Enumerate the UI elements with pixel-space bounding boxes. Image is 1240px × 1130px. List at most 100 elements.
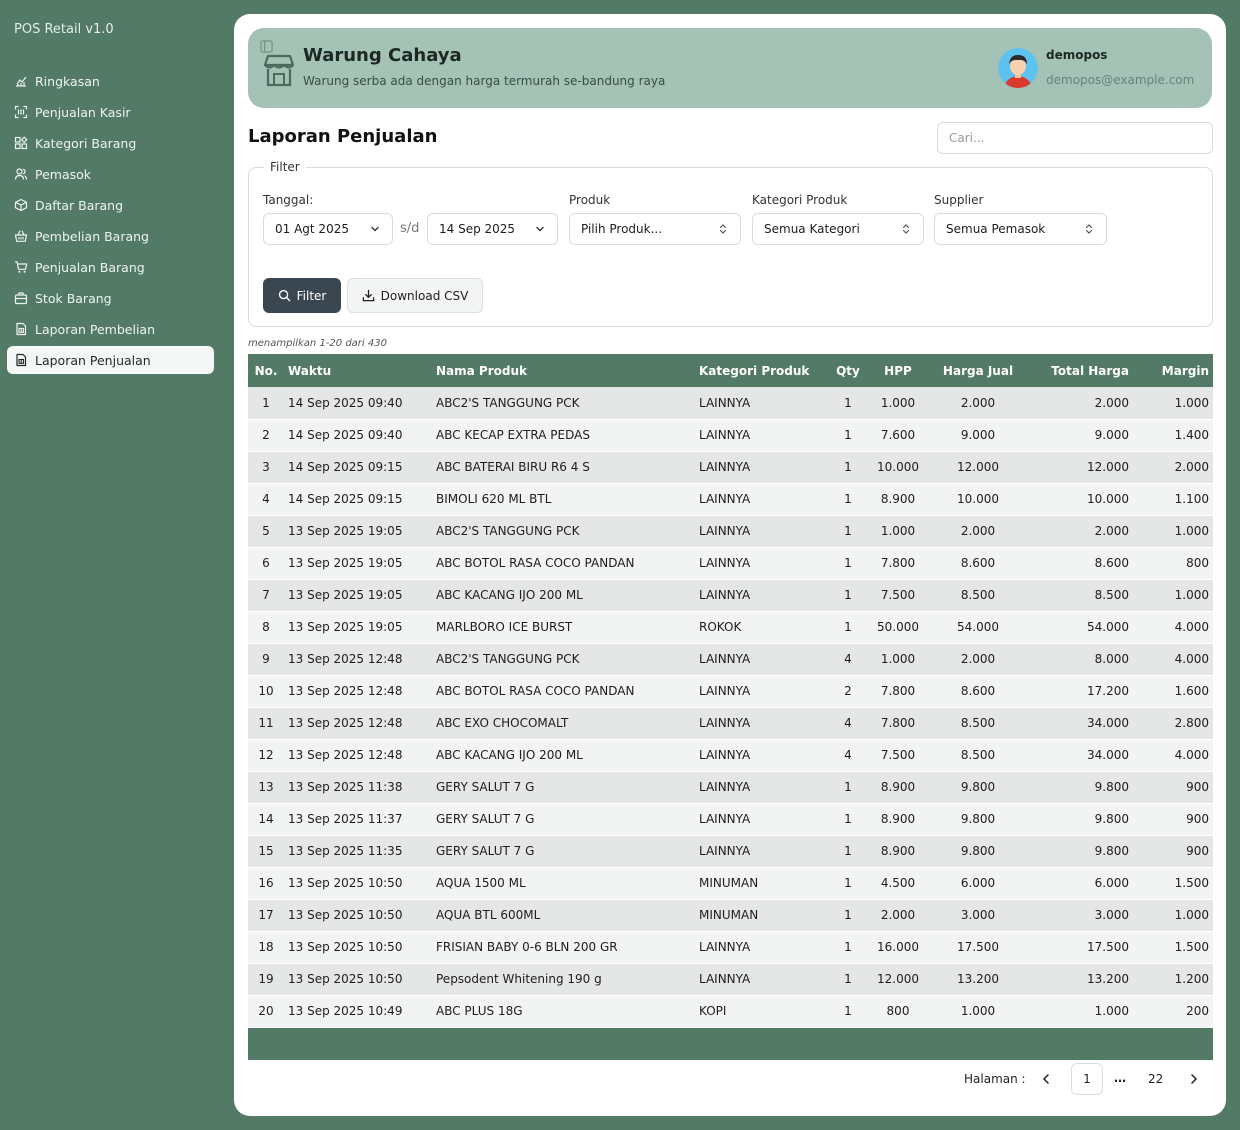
table-cell: 17.200 — [1087, 684, 1129, 698]
date-to-select[interactable]: 14 Sep 2025 — [427, 213, 558, 245]
supplier-select[interactable]: Semua Pemasok — [934, 213, 1107, 245]
table-row[interactable]: 13 13 Sep 2025 11:38 GERY SALUT 7 G LAINNYA… — [248, 771, 1213, 803]
table-row[interactable]: 1 14 Sep 2025 09:40 ABC2'S TANGGUNG PCK LAI… — [248, 387, 1213, 419]
column-header[interactable]: Waktu — [284, 354, 432, 387]
table-cell: MINUMAN — [699, 876, 759, 890]
table-row[interactable]: 19 13 Sep 2025 10:50 Pepsodent Whitening 1… — [248, 963, 1213, 995]
users-icon — [14, 167, 28, 181]
table-cell: 9.000 — [1094, 428, 1129, 442]
chevron-right-icon[interactable] — [1186, 1071, 1202, 1087]
product-value: Pilih Produk... — [581, 222, 663, 236]
table-row[interactable]: 17 13 Sep 2025 10:50 AQUA BTL 600ML MINUMAN… — [248, 899, 1213, 931]
page-button-current[interactable]: 1 — [1071, 1063, 1103, 1095]
table-cell: 2 — [844, 684, 852, 698]
table-row[interactable]: 18 13 Sep 2025 10:50 FRISIAN BABY 0-6 BLN … — [248, 931, 1213, 963]
table-cell: 16 — [258, 876, 274, 890]
column-header[interactable]: Margin — [1139, 354, 1213, 387]
table-cell: 13 Sep 2025 19:05 — [288, 556, 403, 570]
table-row[interactable]: 2 14 Sep 2025 09:40 ABC KECAP EXTRA PEDAS L… — [248, 419, 1213, 451]
table-cell: 50.000 — [877, 620, 919, 634]
column-header[interactable]: Nama Produk — [432, 354, 695, 387]
table-row[interactable]: 12 13 Sep 2025 12:48 ABC KACANG IJO 200 ML… — [248, 739, 1213, 771]
sidebar-item-daftar-barang[interactable]: Daftar Barang — [7, 191, 214, 219]
table-cell: 1.200 — [1174, 972, 1209, 986]
sidebar-item-pemasok[interactable]: Pemasok — [7, 160, 214, 188]
sidebar-item-stok-barang[interactable]: Stok Barang — [7, 284, 214, 312]
table-row[interactable]: 4 14 Sep 2025 09:15 BIMOLI 620 ML BTL LAINN… — [248, 483, 1213, 515]
table-row[interactable]: 8 13 Sep 2025 19:05 MARLBORO ICE BURST ROKO… — [248, 611, 1213, 643]
main-panel: Warung Cahaya Warung serba ada dengan ha… — [234, 14, 1226, 1116]
table-cell: 13 Sep 2025 10:50 — [288, 940, 403, 954]
table-cell: 13 Sep 2025 19:05 — [288, 620, 403, 634]
table-cell: 13 Sep 2025 11:37 — [288, 812, 403, 826]
filter-panel: Filter Tanggal: 01 Agt 2025 s/d 14 Sep 2… — [248, 160, 1213, 327]
sidebar-item-label: Penjualan Barang — [35, 259, 145, 275]
table-row[interactable]: 10 13 Sep 2025 12:48 ABC BOTOL RASA COCO P… — [248, 675, 1213, 707]
table-cell: 1 — [844, 556, 852, 570]
table-cell: 1 — [844, 876, 852, 890]
column-header[interactable]: Qty — [828, 354, 868, 387]
column-header[interactable]: Harga Jual — [928, 354, 1028, 387]
category-label: Kategori Produk — [752, 193, 848, 207]
table-cell: 1 — [844, 428, 852, 442]
sidebar-item-kategori-barang[interactable]: Kategori Barang — [7, 129, 214, 157]
download-csv-button[interactable]: Download CSV — [347, 278, 483, 313]
table-cell: 800 — [886, 1004, 910, 1018]
table-cell: 8.900 — [880, 844, 916, 858]
date-from-select[interactable]: 01 Agt 2025 — [263, 213, 393, 245]
avatar[interactable] — [998, 48, 1038, 88]
table-cell: 1 — [844, 588, 852, 602]
table-row[interactable]: 6 13 Sep 2025 19:05 ABC BOTOL RASA COCO PA… — [248, 547, 1213, 579]
table-row[interactable]: 5 13 Sep 2025 19:05 ABC2'S TANGGUNG PCK LAI… — [248, 515, 1213, 547]
table-cell: LAINNYA — [699, 652, 751, 666]
table-row[interactable]: 15 13 Sep 2025 11:35 GERY SALUT 7 G LAINNYA… — [248, 835, 1213, 867]
sidebar-nav: Ringkasan Penjualan Kasir Kategori Barang P… — [7, 67, 214, 377]
sidebar-item-label: Daftar Barang — [35, 197, 124, 213]
filter-button[interactable]: Filter — [263, 278, 341, 313]
sidebar-item-laporan-penjualan[interactable]: Laporan Penjualan — [7, 346, 214, 374]
table-row[interactable]: 16 13 Sep 2025 10:50 AQUA 1500 ML MINUMAN 1 4… — [248, 867, 1213, 899]
sidebar-item-pembelian-barang[interactable]: Pembelian Barang — [7, 222, 214, 250]
column-header[interactable]: Kategori Produk — [695, 354, 828, 387]
chevron-left-icon[interactable] — [1038, 1071, 1054, 1087]
sidebar-item-laporan-pembelian[interactable]: Laporan Pembelian — [7, 315, 214, 343]
table-cell: 1 — [844, 972, 852, 986]
chart-icon — [14, 74, 28, 88]
table-cell: 13.200 — [1087, 972, 1129, 986]
column-header[interactable]: No. — [248, 354, 284, 387]
table-cell: 1 — [844, 844, 852, 858]
table-cell: 14 Sep 2025 09:40 — [288, 395, 403, 410]
table-cell: 2.000 — [880, 908, 916, 922]
table-cell: 1 — [844, 780, 852, 794]
table-cell: ABC EXO CHOCOMALT — [436, 716, 569, 730]
sidebar-item-penjualan-barang[interactable]: Penjualan Barang — [7, 253, 214, 281]
table-cell: MINUMAN — [699, 908, 759, 922]
category-select[interactable]: Semua Kategori — [752, 213, 924, 245]
table-row[interactable]: 14 13 Sep 2025 11:37 GERY SALUT 7 G LAINNYA… — [248, 803, 1213, 835]
sidebar-item-ringkasan[interactable]: Ringkasan — [7, 67, 214, 95]
sidebar-item-penjualan-kasir[interactable]: Penjualan Kasir — [7, 98, 214, 126]
page-title: Laporan Penjualan — [248, 126, 438, 147]
table-cell: ABC KECAP EXTRA PEDAS — [436, 428, 590, 442]
date-to-value: 14 Sep 2025 — [439, 222, 516, 236]
table-row[interactable]: 7 13 Sep 2025 19:05 ABC KACANG IJO 200 ML L… — [248, 579, 1213, 611]
table-row[interactable]: 11 13 Sep 2025 12:48 ABC EXO CHOCOMALT LAIN… — [248, 707, 1213, 739]
sidebar-item-label: Pemasok — [35, 166, 92, 182]
table-row[interactable]: 3 14 Sep 2025 09:15 ABC BATERAI BIRU R6 4 … — [248, 451, 1213, 483]
table-cell: 13 Sep 2025 10:50 — [288, 876, 403, 890]
page-button-last[interactable]: 22 — [1148, 1072, 1163, 1086]
table-row[interactable]: 20 13 Sep 2025 10:49 ABC PLUS 18G KOPI 1 800 1… — [248, 995, 1213, 1027]
table-cell: ABC2'S TANGGUNG PCK — [436, 395, 580, 410]
table-cell: LAINNYA — [699, 395, 751, 410]
table-cell: LAINNYA — [699, 460, 751, 474]
sidebar-item-label: Laporan Pembelian — [35, 321, 156, 337]
table-cell: 2.000 — [960, 524, 996, 538]
column-header[interactable]: Total Harga — [1028, 354, 1139, 387]
table-cell: 17.500 — [957, 940, 999, 954]
product-select[interactable]: Pilih Produk... — [569, 213, 741, 245]
table-row[interactable]: 9 13 Sep 2025 12:48 ABC2'S TANGGUNG PCK LAI… — [248, 643, 1213, 675]
product-label: Produk — [569, 193, 611, 207]
table-cell: 800 — [1186, 556, 1209, 570]
search-input[interactable] — [937, 122, 1213, 154]
column-header[interactable]: HPP — [868, 354, 928, 387]
